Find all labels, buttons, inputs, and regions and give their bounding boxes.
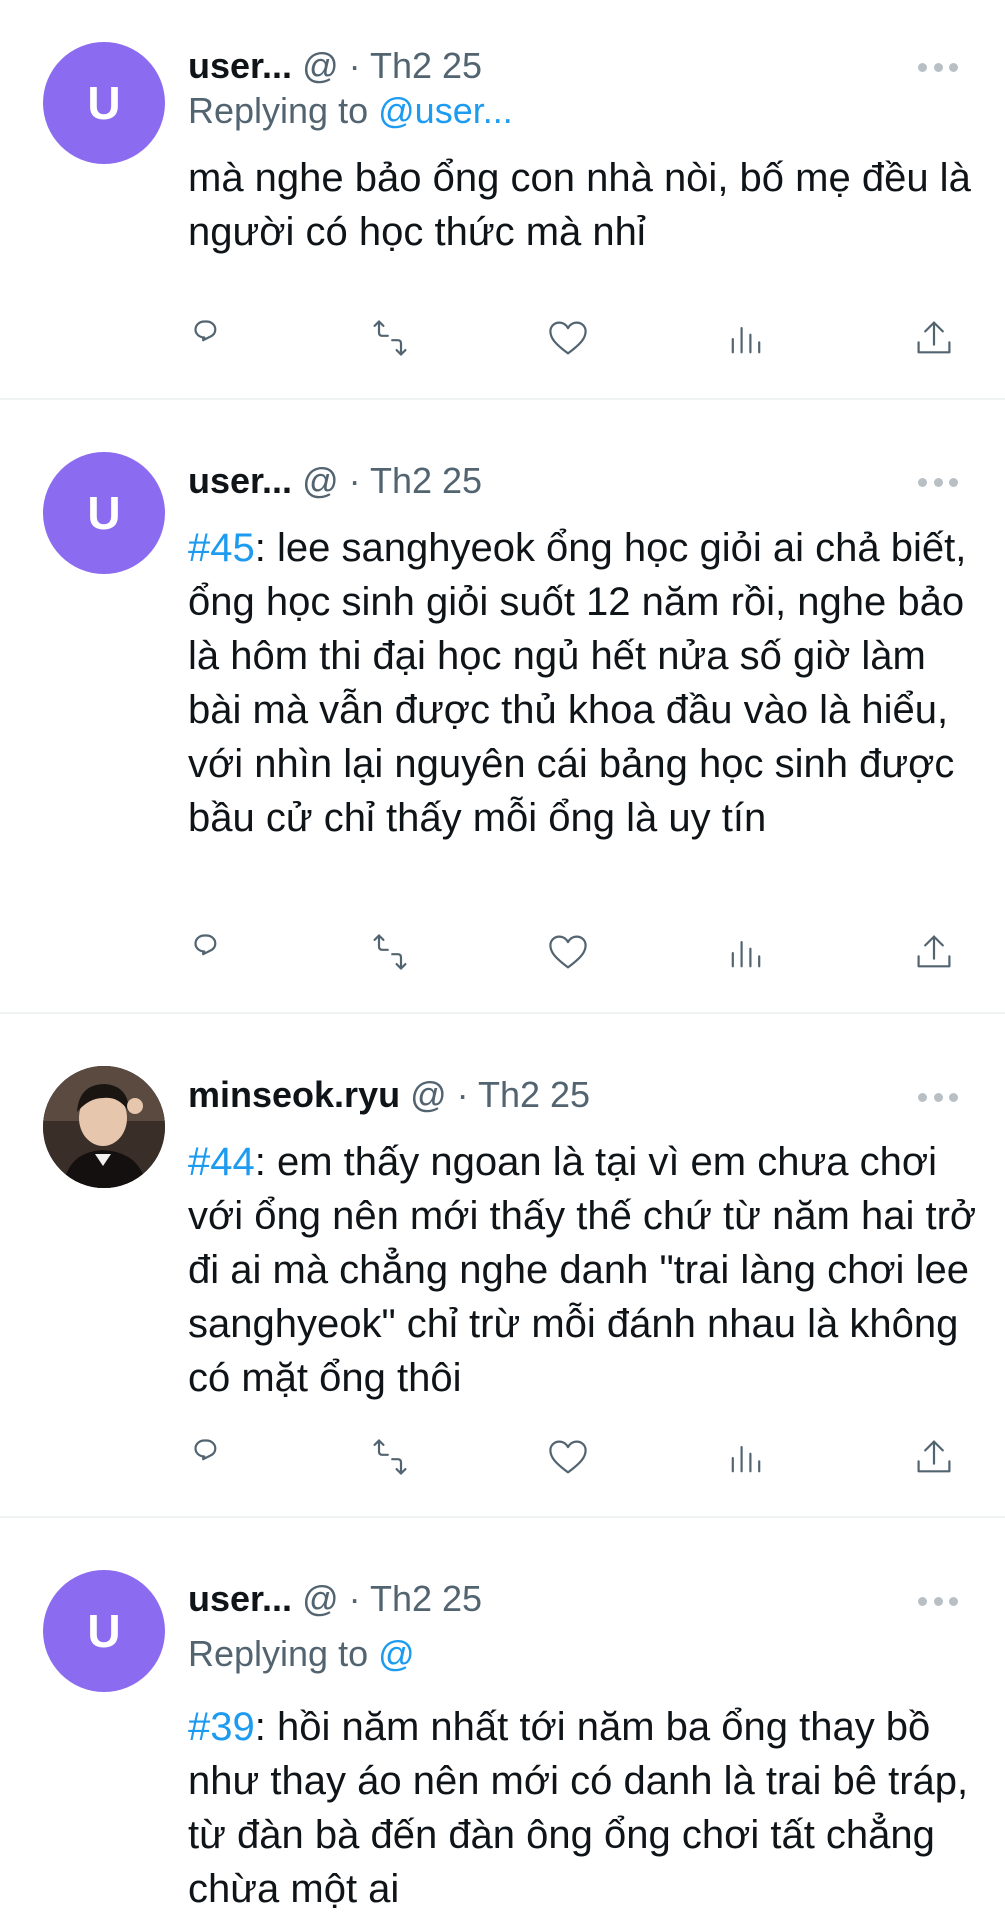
retweet-icon[interactable] [366, 1433, 414, 1481]
tweet-text: #44: em thấy ngoan là tại vì em chưa chơ… [188, 1135, 978, 1405]
more-icon[interactable] [918, 1594, 958, 1608]
reply-icon[interactable] [188, 1433, 236, 1481]
tweet-meta: @ · Th2 25 [302, 460, 483, 501]
tweet-body: mà nghe bảo ổng con nhà nòi, bố mẹ đều l… [188, 156, 971, 254]
replying-to-handle[interactable]: @user... [378, 90, 513, 131]
retweet-icon[interactable] [366, 928, 414, 976]
tweet-meta: @ · Th2 25 [302, 45, 483, 86]
share-icon[interactable] [910, 928, 958, 976]
tweet-text: mà nghe bảo ổng con nhà nòi, bố mẹ đều l… [188, 151, 978, 259]
divider [0, 1012, 1005, 1014]
avatar-portrait [43, 1066, 165, 1188]
hashtag[interactable]: #45 [188, 526, 255, 570]
like-icon[interactable] [544, 1433, 592, 1481]
more-icon[interactable] [918, 60, 958, 74]
replying-to-label: Replying to [188, 1633, 369, 1674]
divider [0, 398, 1005, 400]
tweet-meta: @ · Th2 25 [410, 1074, 591, 1115]
views-icon[interactable] [722, 314, 770, 362]
avatar[interactable]: U [43, 42, 165, 164]
tweet-meta: @ · Th2 25 [302, 1578, 483, 1619]
replying-to: Replying to @user... [188, 89, 513, 133]
replying-to-label: Replying to [188, 90, 369, 131]
replying-to: Replying to @ [188, 1632, 415, 1676]
replying-to-handle[interactable]: @ [378, 1633, 415, 1674]
tweet-text: #45: lee sanghyeok ổng học giỏi ai chả b… [188, 521, 978, 845]
like-icon[interactable] [544, 314, 592, 362]
reply-icon[interactable] [188, 314, 236, 362]
views-icon[interactable] [722, 1433, 770, 1481]
tweet-header: minseok.ryu @ · Th2 25 [188, 1073, 590, 1117]
share-icon[interactable] [910, 314, 958, 362]
tweet-header: user... @ · Th2 25 [188, 459, 482, 503]
like-icon[interactable] [544, 928, 592, 976]
share-icon[interactable] [910, 1433, 958, 1481]
views-icon[interactable] [722, 928, 770, 976]
tweet-body: : lee sanghyeok ổng học giỏi ai chả biết… [188, 526, 967, 840]
action-bar [188, 1433, 958, 1481]
tweet-header: user... @ · Th2 25 [188, 1577, 482, 1621]
author-name[interactable]: minseok.ryu [188, 1074, 400, 1115]
author-name[interactable]: user... [188, 1578, 292, 1619]
action-bar [188, 314, 958, 362]
tweet-text: #39: hồi năm nhất tới năm ba ổng thay bồ… [188, 1700, 978, 1916]
action-bar [188, 928, 958, 976]
author-name[interactable]: user... [188, 45, 292, 86]
tweet-body: : hồi năm nhất tới năm ba ổng thay bồ nh… [188, 1705, 969, 1911]
more-icon[interactable] [918, 1090, 958, 1104]
avatar[interactable]: U [43, 452, 165, 574]
divider [0, 1516, 1005, 1518]
avatar-photo[interactable] [43, 1066, 165, 1188]
avatar[interactable]: U [43, 1570, 165, 1692]
author-name[interactable]: user... [188, 460, 292, 501]
tweet-body: : em thấy ngoan là tại vì em chưa chơi v… [188, 1140, 977, 1400]
hashtag[interactable]: #39 [188, 1705, 255, 1749]
tweet-header: user... @ · Th2 25 [188, 44, 482, 88]
more-icon[interactable] [918, 475, 958, 489]
reply-icon[interactable] [188, 928, 236, 976]
retweet-icon[interactable] [366, 314, 414, 362]
hashtag[interactable]: #44 [188, 1140, 255, 1184]
